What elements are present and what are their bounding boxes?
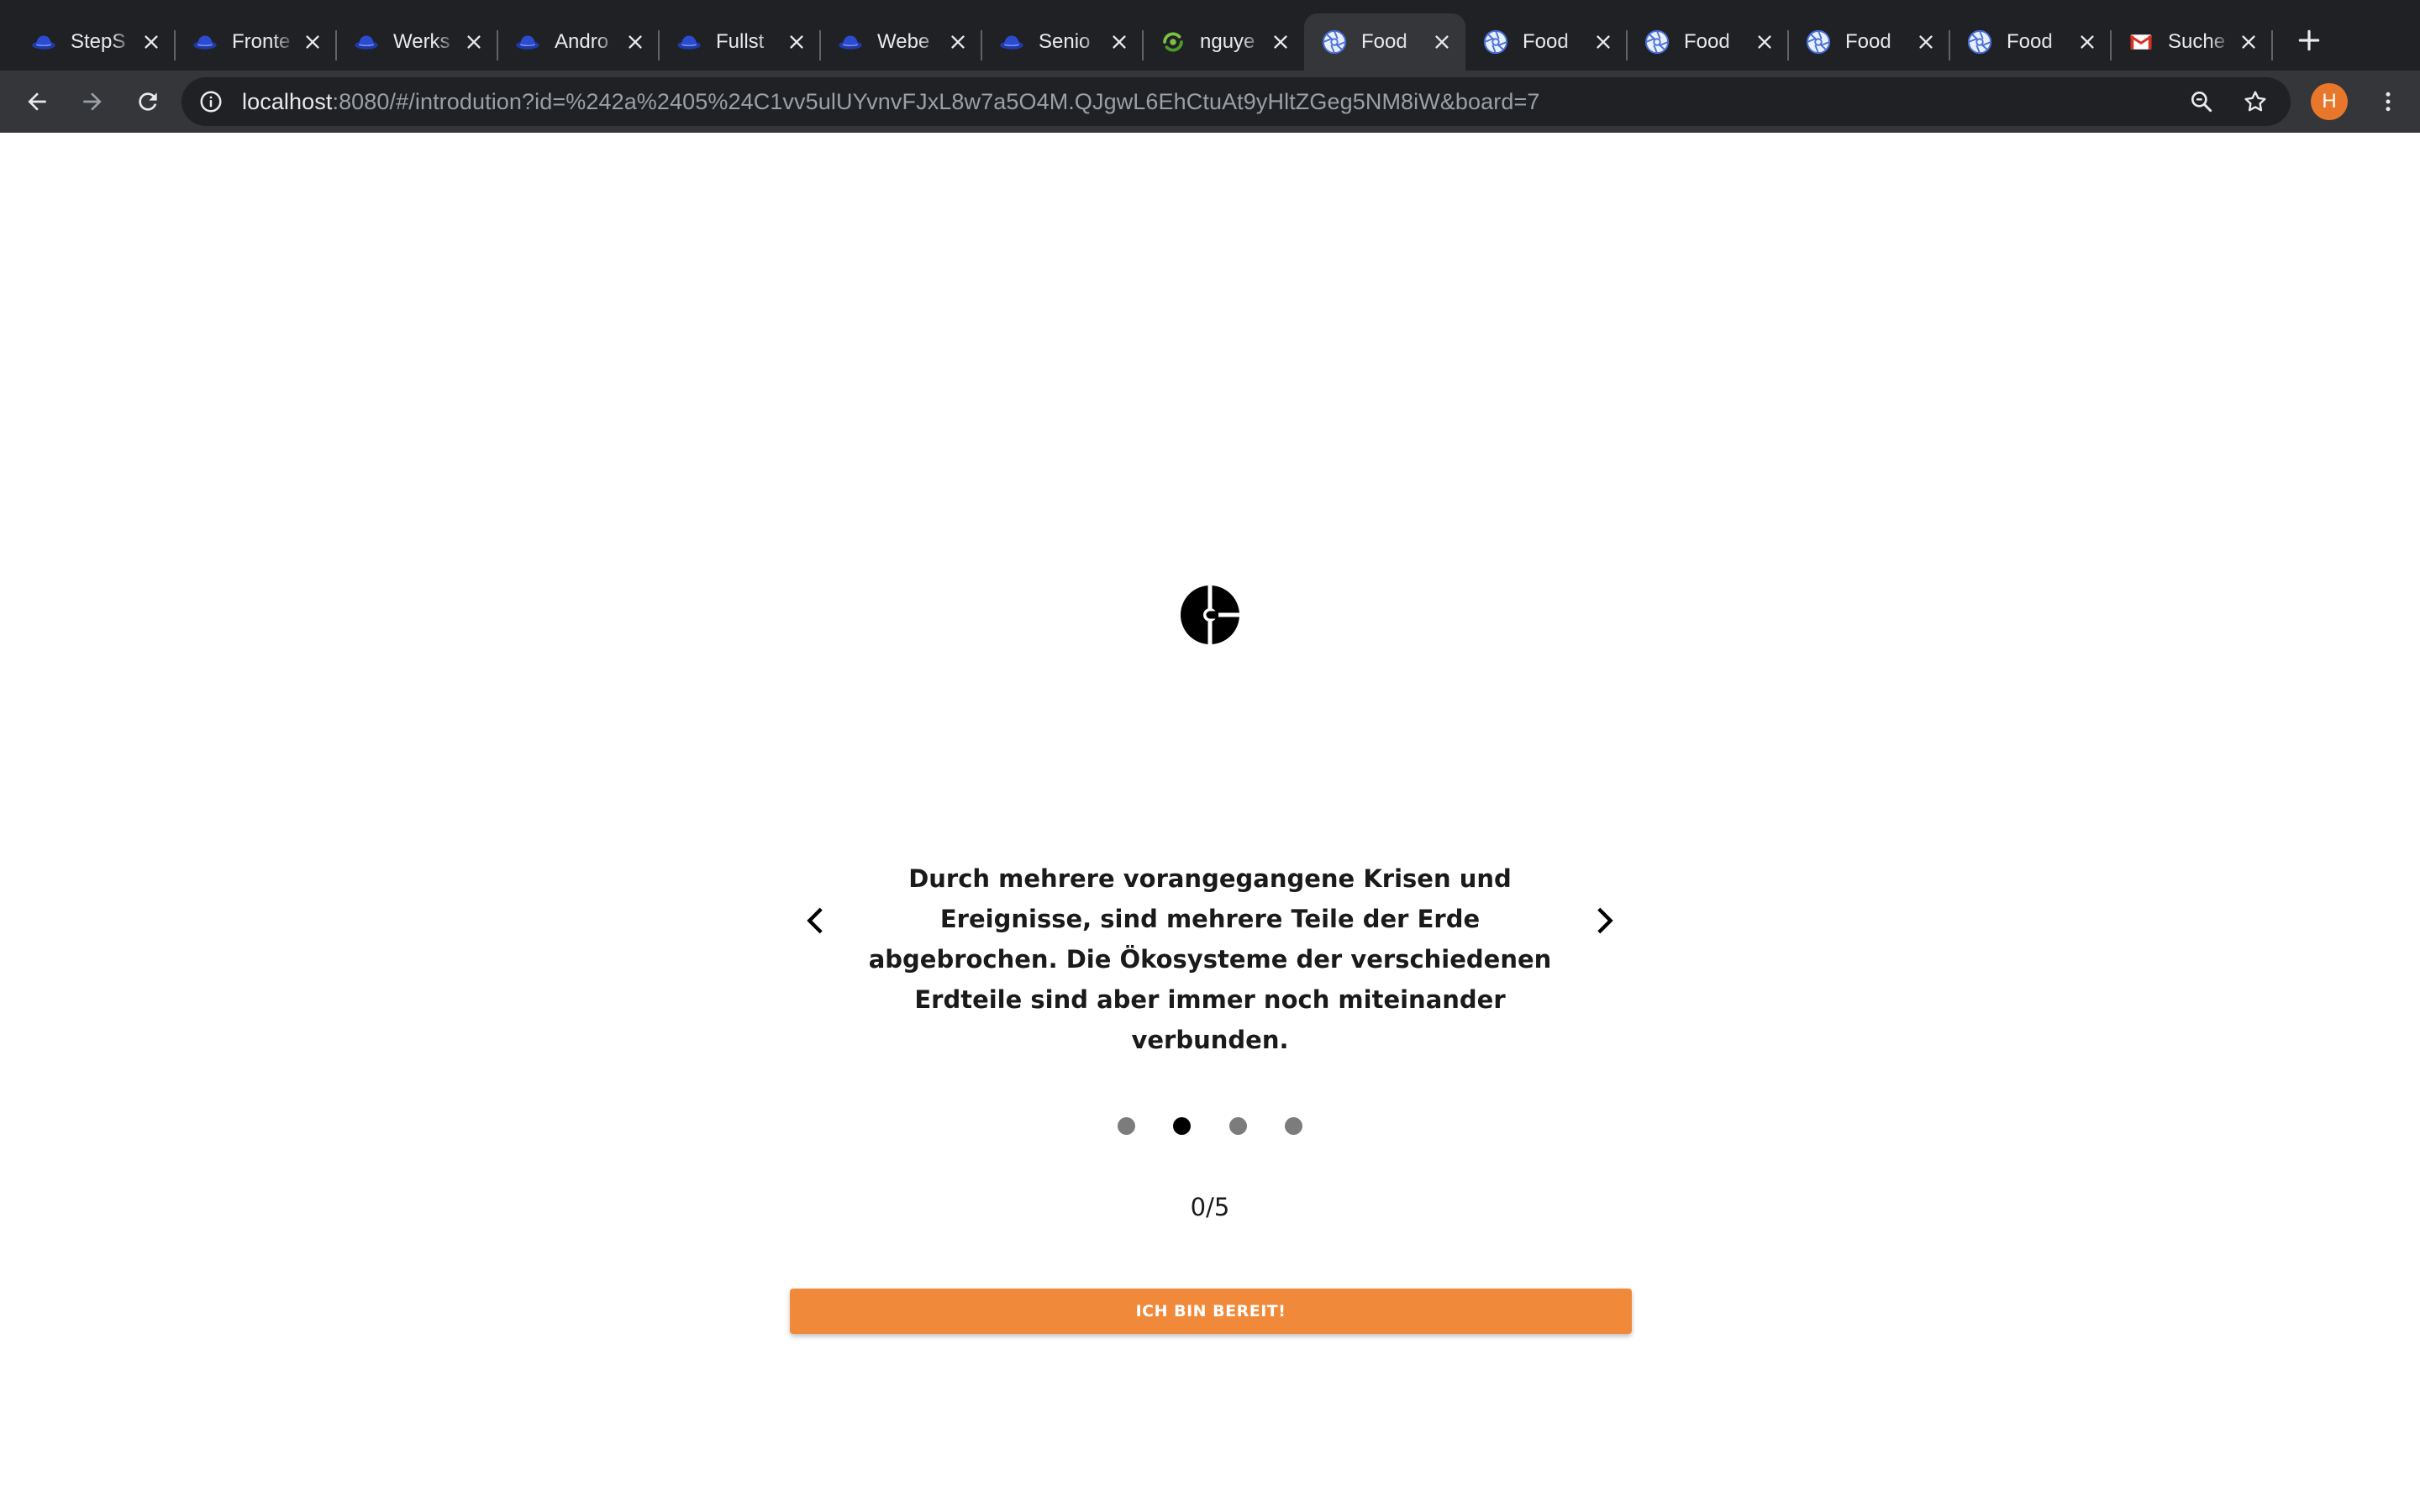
carousel-dot[interactable] [1228,1116,1247,1135]
tab-title: Webe [877,30,930,53]
close-tab-icon[interactable] [301,30,324,54]
carousel-dot[interactable] [1284,1116,1302,1135]
blue-hat-icon [192,29,218,55]
browser-tab[interactable]: Andro [497,13,660,71]
blue-hat-icon [837,29,864,55]
intro-carousel: Durch mehrere vorangegangene Krisen und … [790,721,1630,1054]
tab-title: Food [1845,30,1891,53]
gmail-icon [2128,29,2154,55]
close-tab-icon[interactable] [2075,30,2099,54]
tab-title: Food [1361,30,1407,53]
reload-icon [139,92,157,111]
browser-menu-button[interactable] [2370,79,2407,124]
back-button[interactable] [10,75,64,129]
blue-hat-icon [514,29,541,55]
carousel-indicators [1118,1116,1302,1136]
close-tab-icon[interactable] [139,30,163,54]
close-tab-icon[interactable] [1753,30,1776,54]
slide-text: Durch mehrere vorangegangene Krisen und … [868,864,1552,1054]
close-tab-icon[interactable] [1591,30,1615,54]
chevron-left-icon [807,907,823,934]
progress-counter: 0/5 [1190,1193,1230,1221]
browser-tab[interactable]: Senio [981,13,1144,71]
aperture-icon [1482,29,1509,55]
site-info-icon[interactable] [197,87,225,116]
chevron-right-icon [1597,907,1613,934]
aperture-icon [1321,29,1348,55]
tab-title: Food [1684,30,1730,53]
tab-title: Food [1523,30,1569,53]
plus-icon [2298,29,2320,51]
browser-tab[interactable]: Werks [336,13,498,71]
aperture-icon [1805,29,1832,55]
close-tab-icon[interactable] [1269,30,1292,54]
close-tab-icon[interactable] [2237,30,2260,54]
forward-arrow-icon [83,92,102,111]
browser-tab[interactable]: Food [1627,13,1789,71]
tab-title: Fullst [716,30,765,53]
profile-avatar[interactable]: H [2311,83,2348,120]
blue-hat-icon [998,29,1025,55]
browser-tab[interactable]: Food [1949,13,2112,71]
forward-button[interactable] [66,75,119,129]
address-bar[interactable]: localhost:8080/#/introdution?id=%242a%24… [182,77,2291,126]
ready-button[interactable]: ICH BIN BEREIT! [790,1289,1632,1334]
browser-tab[interactable]: Suche [2111,13,2273,71]
browser-toolbar: localhost:8080/#/introdution?id=%242a%24… [0,71,2420,133]
app-logo-icon [1181,585,1240,645]
browser-tab[interactable]: nguye [1143,13,1304,71]
browser-tab[interactable]: Food [1304,13,1465,71]
tab-title: Food [2007,30,2053,53]
close-tab-icon[interactable] [785,30,808,54]
browser-tab[interactable]: Food [1788,13,1950,71]
url-text: localhost:8080/#/introdution?id=%242a%24… [242,89,1539,115]
tab-strip: StepS Fronte Werks Andro Fullst Webe Senio nguy… [0,0,2420,71]
previous-slide-button[interactable] [790,895,840,946]
close-tab-icon[interactable] [946,30,970,54]
carousel-dot[interactable] [1173,1116,1192,1135]
browser-tab[interactable]: Fronte [175,13,337,71]
aperture-icon [1966,29,1993,55]
aperture-icon [1644,29,1670,55]
tab-title: Werks [393,30,450,53]
tab-title: Fronte [232,30,291,53]
close-tab-icon[interactable] [1107,30,1131,54]
close-tab-icon[interactable] [462,30,486,54]
carousel-dot[interactable] [1118,1116,1135,1135]
new-tab-button[interactable] [2284,15,2334,66]
close-tab-icon[interactable] [1914,30,1938,54]
blue-hat-icon [353,29,380,55]
url-host: localhost [242,88,333,114]
browser-tab[interactable]: Food [1465,13,1628,71]
next-slide-button[interactable] [1580,895,1630,946]
reload-button[interactable] [121,75,175,129]
tab-title: nguye [1200,30,1255,53]
close-tab-icon[interactable] [623,30,647,54]
green-swirl-icon [1160,29,1186,55]
more-vert-icon [2386,92,2391,112]
tab-title: StepS [71,30,126,53]
tab-title: Andro [555,30,609,53]
blue-hat-icon [30,29,57,55]
zoom-icon[interactable] [2178,78,2225,125]
browser-tab[interactable]: Fullst [659,13,821,71]
blue-hat-icon [676,29,702,55]
url-path: :8080/#/introdution?id=%242a%2405%24C1vv… [332,88,1540,114]
close-tab-icon[interactable] [1430,30,1454,54]
bookmark-star-icon[interactable] [2232,78,2279,125]
tab-title: Senio [1039,30,1091,53]
intro-page: Durch mehrere vorangegangene Krisen und … [0,133,2420,1512]
back-arrow-icon [28,92,46,111]
browser-tab[interactable]: StepS [13,13,176,71]
browser-tab[interactable]: Webe [820,13,982,71]
tab-title: Suche [2168,30,2226,53]
